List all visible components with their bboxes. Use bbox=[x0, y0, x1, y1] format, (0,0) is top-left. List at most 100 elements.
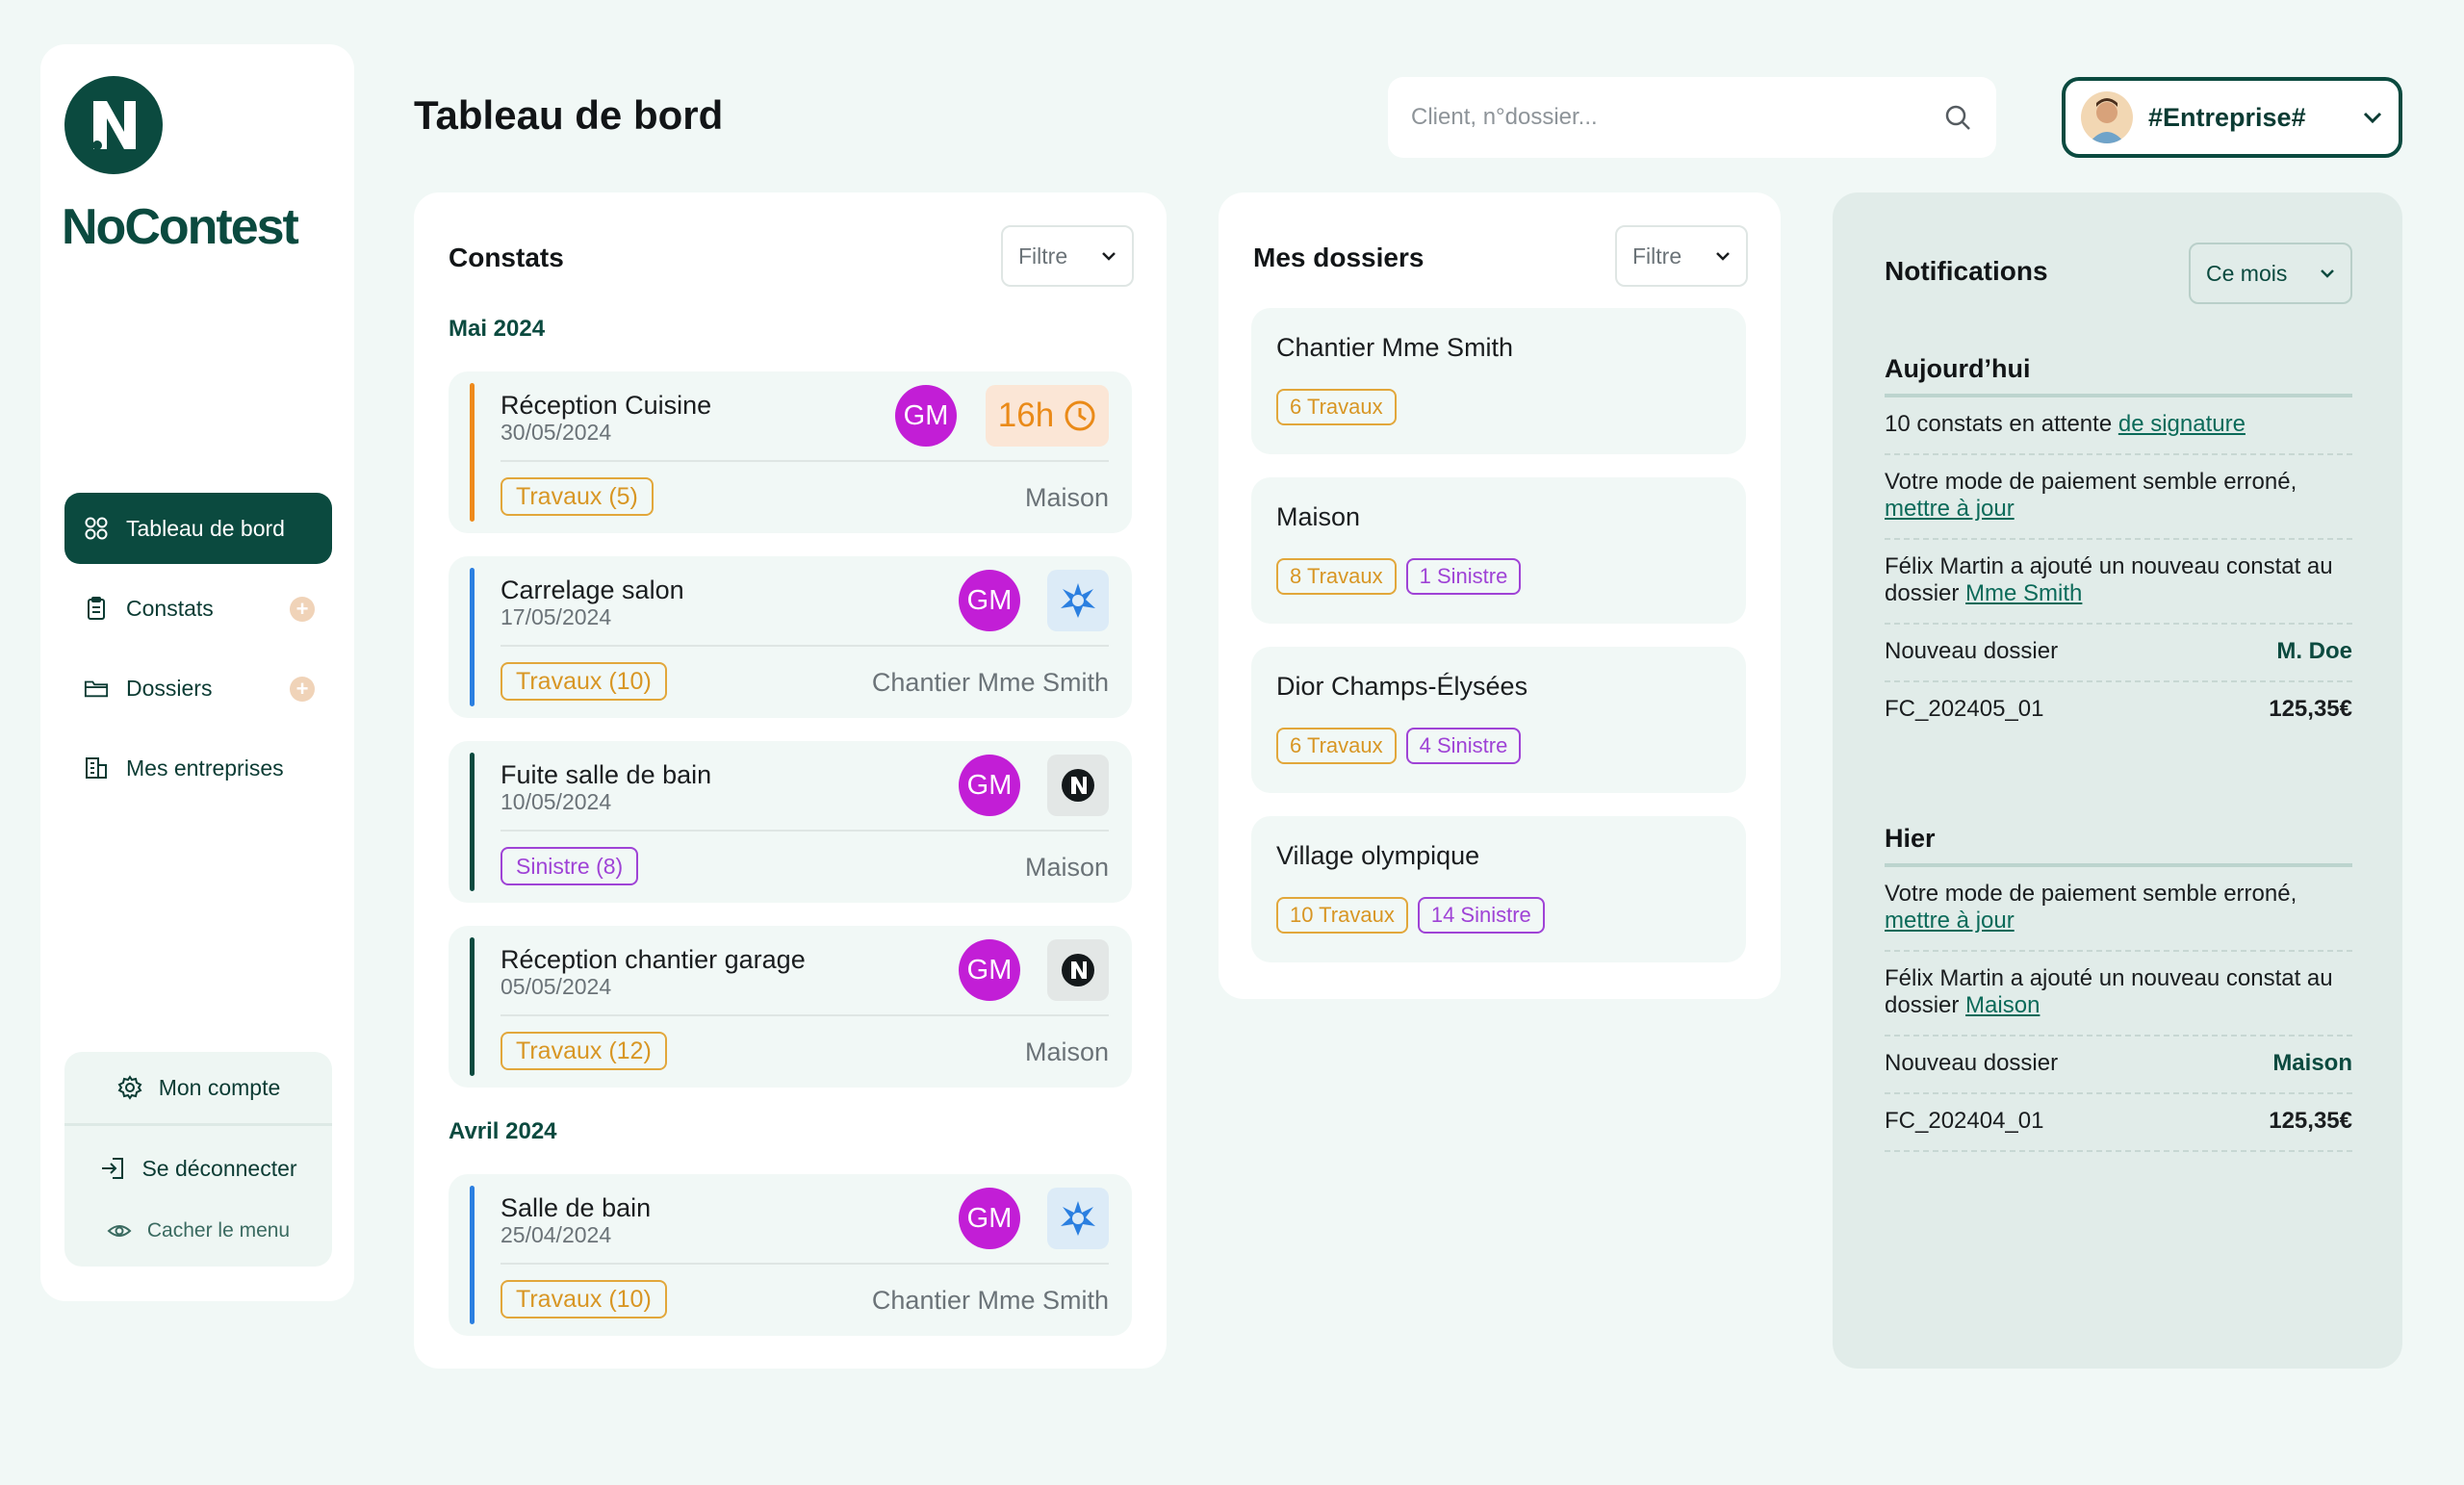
constat-date: 05/05/2024 bbox=[500, 974, 612, 999]
constat-item[interactable]: Salle de bain 25/04/2024 GM Travaux (10)… bbox=[449, 1174, 1132, 1336]
divider bbox=[500, 1014, 1109, 1016]
notification-item[interactable]: FC_202404_01 125,35€ bbox=[1885, 1094, 2352, 1152]
dossier-name: Chantier Mme Smith bbox=[1276, 333, 1514, 362]
category-tag: Travaux (10) bbox=[500, 1280, 667, 1319]
notification-text: Félix Martin a ajouté un nouveau constat… bbox=[1885, 965, 2333, 1018]
time-badge: 16h bbox=[986, 385, 1109, 447]
sidebar-item-label: Constats bbox=[126, 595, 214, 621]
update-payment-link[interactable]: mettre à jour bbox=[1885, 496, 2015, 522]
hide-menu-button[interactable]: Cacher le menu bbox=[64, 1211, 332, 1251]
constat-date: 30/05/2024 bbox=[500, 420, 612, 445]
notification-value: 125,35€ bbox=[2269, 1108, 2352, 1134]
partner-logo-icon bbox=[1047, 570, 1109, 631]
account-panel: Mon compte Se déconnecter Cacher le menu bbox=[64, 1052, 332, 1267]
notification-text: Votre mode de paiement semble erroné, bbox=[1885, 469, 2297, 495]
folder-icon bbox=[84, 676, 109, 701]
notification-item: Félix Martin a ajouté un nouveau constat… bbox=[1885, 952, 2352, 1037]
sinistre-tag: 14 Sinistre bbox=[1417, 897, 1545, 934]
constats-filter[interactable]: Filtre bbox=[1001, 225, 1134, 287]
notification-text: 10 constats en attente bbox=[1885, 411, 2118, 437]
category-tag: Travaux (12) bbox=[500, 1032, 667, 1070]
filter-label: Filtre bbox=[1018, 243, 1068, 269]
constat-item[interactable]: Réception chantier garage 05/05/2024 GM … bbox=[449, 926, 1132, 1088]
status-bar bbox=[470, 753, 475, 891]
clipboard-icon bbox=[84, 596, 109, 621]
constat-place: Maison bbox=[1024, 853, 1109, 882]
month-label: Avril 2024 bbox=[449, 1118, 557, 1144]
period-label: Ce mois bbox=[2206, 260, 2288, 286]
sidebar-item-mes-entreprises[interactable]: Mes entreprises bbox=[64, 732, 332, 804]
update-payment-link[interactable]: mettre à jour bbox=[1885, 908, 2015, 934]
constats-title: Constats bbox=[449, 243, 564, 272]
notification-value: 125,35€ bbox=[2269, 696, 2352, 722]
notification-item: Votre mode de paiement semble erroné, me… bbox=[1885, 867, 2352, 952]
divider bbox=[500, 645, 1109, 647]
notification-text: Votre mode de paiement semble erroné, bbox=[1885, 881, 2297, 907]
dossier-link[interactable]: Maison bbox=[1965, 992, 2040, 1018]
chevron-down-icon bbox=[2363, 112, 2382, 124]
constat-title: Salle de bain bbox=[500, 1193, 652, 1222]
dossier-name: Village olympique bbox=[1276, 841, 1480, 870]
dossier-item[interactable]: Chantier Mme Smith 6 Travaux bbox=[1251, 308, 1746, 454]
constat-item[interactable]: Fuite salle de bain 10/05/2024 GM Sinist… bbox=[449, 741, 1132, 903]
constat-item[interactable]: Réception Cuisine 30/05/2024 GM 16h Trav… bbox=[449, 371, 1132, 533]
notification-item[interactable]: Nouveau dossier Maison bbox=[1885, 1037, 2352, 1094]
logout-button[interactable]: Se déconnecter bbox=[64, 1126, 332, 1211]
category-tag: Travaux (10) bbox=[500, 662, 667, 701]
account-button[interactable]: Mon compte bbox=[64, 1052, 332, 1123]
constat-place: Chantier Mme Smith bbox=[871, 1286, 1109, 1315]
dossier-item[interactable]: Village olympique 10 Travaux 14 Sinistre bbox=[1251, 816, 1746, 962]
sidebar-item-label: Tableau de bord bbox=[126, 515, 285, 541]
notification-value: M. Doe bbox=[2276, 638, 2352, 664]
dossier-link[interactable]: Mme Smith bbox=[1965, 580, 2082, 606]
sidebar-item-dossiers[interactable]: Dossiers + bbox=[64, 653, 332, 724]
account-label: Mon compte bbox=[158, 1074, 281, 1100]
status-bar bbox=[470, 568, 475, 706]
dossier-item[interactable]: Dior Champs-Élysées 6 Travaux 4 Sinistre bbox=[1251, 647, 1746, 793]
sidebar-item-label: Dossiers bbox=[126, 675, 213, 701]
logout-icon bbox=[102, 1158, 124, 1179]
signature-link[interactable]: de signature bbox=[2118, 411, 2246, 437]
dossiers-title: Mes dossiers bbox=[1253, 243, 1424, 272]
add-constat-icon[interactable]: + bbox=[290, 597, 315, 622]
section-heading: Hier bbox=[1885, 824, 2352, 867]
notification-label: Nouveau dossier bbox=[1885, 638, 2059, 664]
notification-label: FC_202404_01 bbox=[1885, 1108, 2044, 1134]
hide-menu-label: Cacher le menu bbox=[146, 1219, 291, 1242]
search-input[interactable]: Client, n°dossier... bbox=[1411, 104, 1942, 131]
constat-item[interactable]: Carrelage salon 17/05/2024 GM Travaux (1… bbox=[449, 556, 1132, 718]
notification-item: 10 constats en attente de signature bbox=[1885, 397, 2352, 455]
add-dossier-icon[interactable]: + bbox=[290, 677, 315, 702]
period-selector[interactable]: Ce mois bbox=[2189, 243, 2352, 304]
notification-item[interactable]: Nouveau dossier M. Doe bbox=[1885, 625, 2352, 682]
status-bar bbox=[470, 383, 475, 522]
divider bbox=[500, 830, 1109, 832]
search-icon[interactable] bbox=[1942, 102, 1973, 133]
divider bbox=[500, 460, 1109, 462]
constats-card: Constats Filtre Mai 2024 Réception Cuisi… bbox=[414, 192, 1167, 1369]
notifications-yesterday: Hier Votre mode de paiement semble erron… bbox=[1885, 824, 2352, 1152]
logo-icon bbox=[64, 76, 163, 174]
notification-item[interactable]: FC_202405_01 125,35€ bbox=[1885, 682, 2352, 738]
user-avatar: GM bbox=[959, 570, 1020, 631]
status-bar bbox=[470, 1186, 475, 1324]
search-bar[interactable]: Client, n°dossier... bbox=[1388, 77, 1996, 158]
time-badge-label: 16h bbox=[997, 397, 1055, 434]
chevron-down-icon bbox=[1716, 252, 1730, 261]
notification-label: Nouveau dossier bbox=[1885, 1050, 2059, 1076]
dossiers-filter[interactable]: Filtre bbox=[1615, 225, 1748, 287]
eye-icon bbox=[107, 1225, 132, 1237]
chevron-down-icon bbox=[2321, 269, 2334, 278]
nocontest-logo-icon bbox=[1047, 755, 1109, 816]
sidebar-nav: Tableau de bord Constats + Dossiers + Me… bbox=[64, 493, 332, 812]
company-name: #Entreprise# bbox=[2148, 102, 2306, 132]
brand-name: NoContest bbox=[62, 199, 299, 255]
sidebar-item-tableau-de-bord[interactable]: Tableau de bord bbox=[64, 493, 332, 564]
dossier-name: Dior Champs-Élysées bbox=[1276, 672, 1528, 701]
dashboard-icon bbox=[84, 516, 109, 541]
sidebar-item-constats[interactable]: Constats + bbox=[64, 573, 332, 644]
company-selector[interactable]: #Entreprise# bbox=[2062, 77, 2402, 158]
user-avatar: GM bbox=[959, 1188, 1020, 1249]
dossier-item[interactable]: Maison 8 Travaux 1 Sinistre bbox=[1251, 477, 1746, 624]
travaux-tag: 8 Travaux bbox=[1276, 558, 1397, 595]
